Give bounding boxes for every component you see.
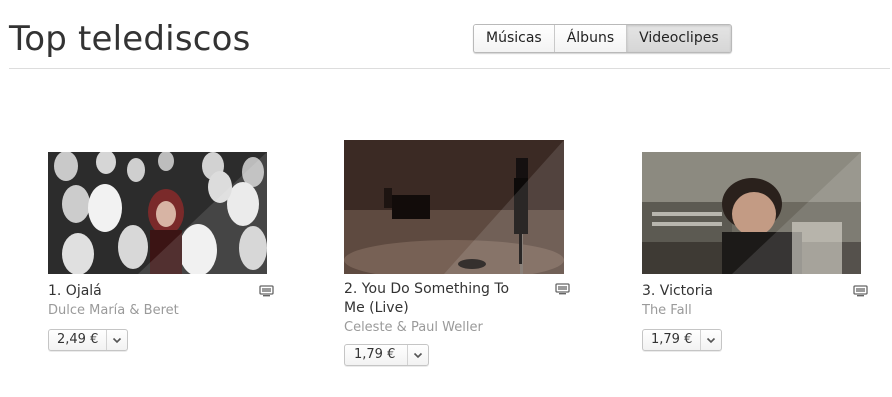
tv-icon	[555, 283, 570, 295]
video-card: 3. Victoria The Fall 1,79 €	[642, 152, 874, 351]
video-thumbnail-image	[344, 140, 564, 274]
tab-musicas[interactable]: Músicas	[474, 25, 555, 52]
video-card: 2. You Do Something To Me (Live) Celeste…	[344, 140, 576, 366]
video-thumbnail[interactable]	[344, 140, 564, 274]
chevron-down-icon	[113, 337, 122, 343]
buy-button-group: 1,79 €	[642, 329, 723, 351]
video-artist[interactable]: Celeste & Paul Weller	[344, 318, 570, 337]
tab-videoclipes[interactable]: Videoclipes	[627, 25, 731, 52]
tab-albuns[interactable]: Álbuns	[554, 25, 628, 52]
video-title[interactable]: 1. Ojalá	[48, 282, 228, 301]
video-title[interactable]: 3. Victoria	[642, 282, 822, 301]
video-thumbnail-image	[48, 152, 267, 274]
chevron-down-icon	[414, 352, 423, 358]
more-options-dropdown[interactable]	[107, 330, 127, 350]
video-thumbnail[interactable]	[642, 152, 861, 274]
price-button[interactable]: 1,79 €	[643, 330, 702, 350]
video-artist[interactable]: The Fall	[642, 301, 868, 320]
tv-icon	[259, 285, 274, 297]
page-title: Top telediscos	[9, 19, 251, 59]
video-thumbnail-image	[642, 152, 861, 274]
price-button[interactable]: 1,79 €	[345, 345, 409, 365]
price-button[interactable]: 2,49 €	[49, 330, 108, 350]
video-title[interactable]: 2. You Do Something To Me (Live)	[344, 280, 528, 318]
buy-button-group: 1,79 €	[344, 344, 430, 366]
tv-icon	[853, 285, 868, 297]
video-card: 1. Ojalá Dulce María & Beret 2,49 €	[48, 152, 280, 351]
video-artist[interactable]: Dulce María & Beret	[48, 301, 274, 320]
more-options-dropdown[interactable]	[701, 330, 721, 350]
buy-button-group: 2,49 €	[48, 329, 129, 351]
chevron-down-icon	[707, 337, 716, 343]
more-options-dropdown[interactable]	[408, 345, 428, 365]
header-divider	[9, 68, 890, 69]
video-thumbnail[interactable]	[48, 152, 267, 274]
media-type-segmented-control: Músicas Álbuns Videoclipes	[473, 24, 732, 53]
